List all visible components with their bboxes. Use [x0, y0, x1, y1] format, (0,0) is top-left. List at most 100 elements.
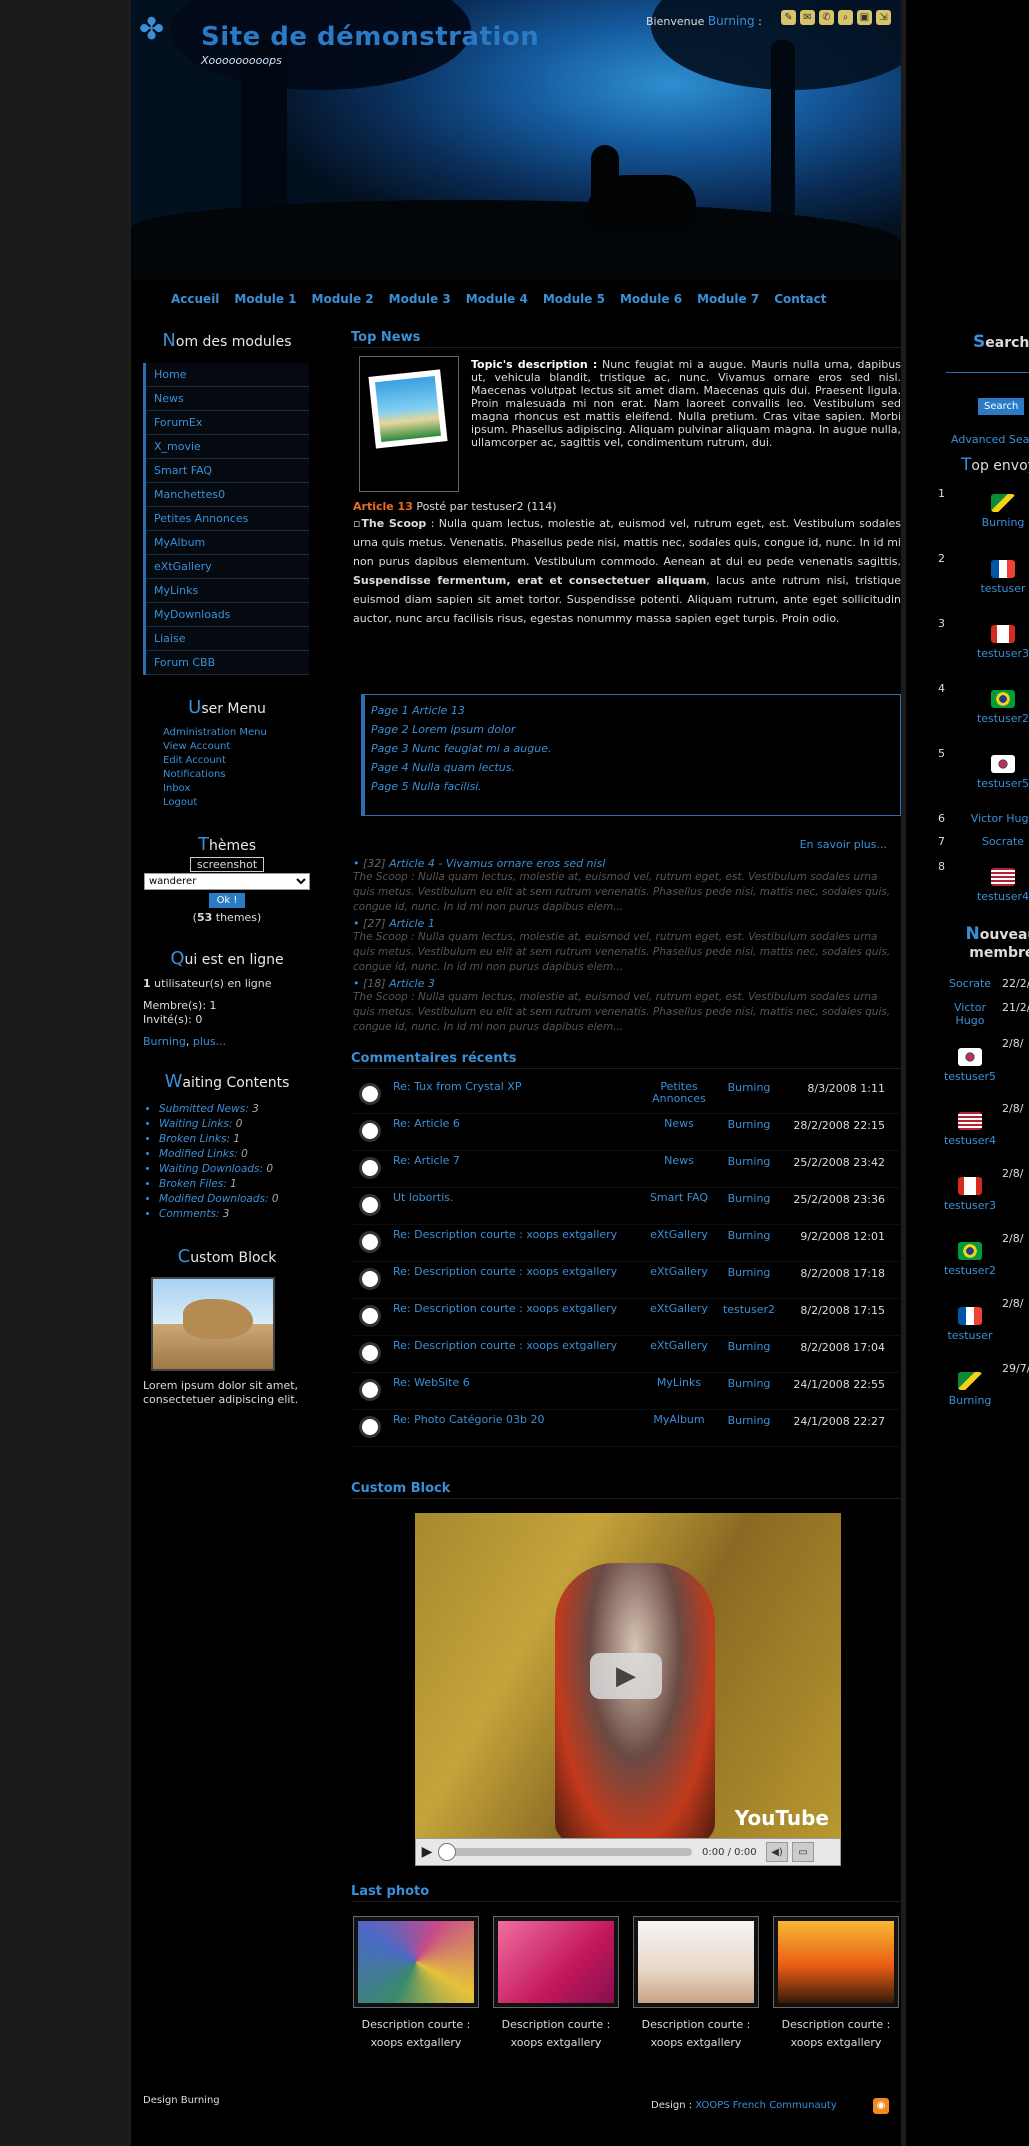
waiting-label[interactable]: Modified Downloads:: [159, 1193, 269, 1205]
comment-user-link[interactable]: testuser2: [709, 1299, 789, 1316]
top-poster-name[interactable]: Socrate: [982, 835, 1024, 848]
video-player[interactable]: ▶ YouTube ▶ 0:00 / 0:00 ◀) ▭: [415, 1513, 841, 1868]
play-overlay-icon[interactable]: ▶: [590, 1653, 662, 1699]
new-member[interactable]: testuser: [940, 1307, 1000, 1342]
top-poster[interactable]: Victor Hugo: [966, 812, 1029, 825]
comment-user-link[interactable]: Burning: [709, 1373, 789, 1390]
online-user-link[interactable]: Burning: [143, 1035, 186, 1048]
article-page-link[interactable]: Page 4 Nulla quam lectus.: [371, 758, 894, 777]
module-item-forumex[interactable]: ForumEx: [146, 411, 309, 435]
top-poster[interactable]: Socrate: [966, 835, 1029, 848]
nav-accueil[interactable]: Accueil: [171, 292, 219, 306]
top-poster[interactable]: testuser2: [966, 690, 1029, 725]
waiting-item[interactable]: Comments: 3: [159, 1207, 311, 1222]
top-poster-name[interactable]: Victor Hugo: [971, 812, 1029, 825]
top-poster-name[interactable]: testuser4: [977, 890, 1029, 903]
new-member[interactable]: Victor Hugo: [940, 1001, 1000, 1027]
video-frame[interactable]: ▶ YouTube: [415, 1513, 841, 1838]
search-button[interactable]: Search: [978, 398, 1025, 415]
comment-title-link[interactable]: Re: Article 7: [393, 1151, 649, 1167]
comment-module-link[interactable]: eXtGallery: [649, 1262, 709, 1278]
news-title-link[interactable]: Article 3: [389, 977, 435, 990]
waiting-label[interactable]: Comments:: [159, 1208, 219, 1220]
messages-icon[interactable]: ✆: [819, 10, 834, 25]
nav-module-6[interactable]: Module 6: [620, 292, 682, 306]
waiting-label[interactable]: Submitted News:: [159, 1103, 249, 1115]
module-item-mydownloads[interactable]: MyDownloads: [146, 603, 309, 627]
photo-thumbnail[interactable]: [633, 1916, 759, 2008]
article-title[interactable]: Article 13: [353, 500, 413, 513]
module-item-manchettes[interactable]: Manchettes0: [146, 483, 309, 507]
user-menu-logout[interactable]: Logout: [163, 796, 311, 810]
waiting-item[interactable]: Waiting Links: 0: [159, 1117, 311, 1132]
logout-icon[interactable]: ⇲: [876, 10, 891, 25]
article-page-link[interactable]: Page 2 Lorem ipsum dolor: [371, 720, 894, 739]
en-savoir-plus-link[interactable]: En savoir plus...: [351, 838, 901, 851]
user-menu-notifications[interactable]: Notifications: [163, 768, 311, 782]
top-poster[interactable]: testuser4: [966, 868, 1029, 903]
new-member-name[interactable]: Burning: [949, 1394, 992, 1407]
photo-thumbnail[interactable]: [493, 1916, 619, 2008]
waiting-label[interactable]: Waiting Downloads:: [159, 1163, 263, 1175]
article-page-link[interactable]: Page 1 Article 13: [371, 701, 894, 720]
comment-module-link[interactable]: Petites Annonces: [649, 1077, 709, 1105]
comment-module-link[interactable]: MyLinks: [649, 1373, 709, 1389]
footer-design-link[interactable]: XOOPS French Communauty: [695, 2100, 837, 2111]
online-more-link[interactable]: plus...: [193, 1035, 226, 1048]
new-member[interactable]: Socrate: [940, 977, 1000, 990]
topic-stamp-image[interactable]: [359, 356, 459, 492]
comment-module-link[interactable]: News: [649, 1151, 709, 1167]
new-member-name[interactable]: testuser3: [944, 1199, 996, 1212]
theme-select[interactable]: wanderer: [144, 873, 310, 890]
site-title[interactable]: Site de démonstration: [201, 22, 539, 52]
new-member[interactable]: testuser4: [940, 1112, 1000, 1147]
comment-module-link[interactable]: eXtGallery: [649, 1299, 709, 1315]
comment-module-link[interactable]: Smart FAQ: [649, 1188, 709, 1204]
user-menu-edit-account[interactable]: Edit Account: [163, 754, 311, 768]
waiting-label[interactable]: Modified Links:: [159, 1148, 238, 1160]
seek-knob[interactable]: [438, 1843, 456, 1861]
comment-title-link[interactable]: Re: Photo Catégorie 03b 20: [393, 1410, 649, 1426]
comment-user-link[interactable]: Burning: [709, 1077, 789, 1094]
news-title-link[interactable]: Article 1: [389, 917, 435, 930]
new-member-name[interactable]: testuser: [947, 1329, 992, 1342]
comment-title-link[interactable]: Ut lobortis.: [393, 1188, 649, 1204]
youtube-logo[interactable]: YouTube: [735, 1806, 829, 1830]
top-poster-name[interactable]: testuser5: [977, 777, 1029, 790]
new-member[interactable]: Burning: [940, 1372, 1000, 1407]
waiting-item[interactable]: Broken Links: 1: [159, 1132, 311, 1147]
comment-module-link[interactable]: eXtGallery: [649, 1336, 709, 1352]
module-item-news[interactable]: News: [146, 387, 309, 411]
new-member-name[interactable]: testuser2: [944, 1264, 996, 1277]
module-item-home[interactable]: Home: [146, 363, 309, 387]
new-member-name[interactable]: testuser4: [944, 1134, 996, 1147]
theme-ok-button[interactable]: Ok !: [208, 893, 246, 908]
waiting-item[interactable]: Modified Downloads: 0: [159, 1192, 311, 1207]
nav-contact[interactable]: Contact: [774, 292, 826, 306]
module-item-x-movie[interactable]: X_movie: [146, 435, 309, 459]
waiting-label[interactable]: Waiting Links:: [159, 1118, 232, 1130]
butterfly-logo-icon[interactable]: ✤: [139, 12, 164, 47]
fullscreen-icon[interactable]: ▭: [792, 1842, 814, 1862]
comment-user-link[interactable]: Burning: [709, 1114, 789, 1131]
comment-user-link[interactable]: Burning: [709, 1410, 789, 1427]
waiting-item[interactable]: Submitted News: 3: [159, 1102, 311, 1117]
news-title-link[interactable]: Article 4 - Vivamus ornare eros sed nisl: [389, 857, 605, 870]
photo-thumbnail[interactable]: [353, 1916, 479, 2008]
waiting-label[interactable]: Broken Files:: [159, 1178, 227, 1190]
nav-module-3[interactable]: Module 3: [389, 292, 451, 306]
user-menu-view-account[interactable]: View Account: [163, 740, 311, 754]
new-member-name[interactable]: testuser5: [944, 1070, 996, 1083]
comment-title-link[interactable]: Re: Description courte : xoops extgaller…: [393, 1262, 649, 1278]
top-poster[interactable]: testuser5: [966, 755, 1029, 790]
comment-title-link[interactable]: Re: Description courte : xoops extgaller…: [393, 1225, 649, 1241]
comment-user-link[interactable]: Burning: [709, 1225, 789, 1242]
comment-module-link[interactable]: MyAlbum: [649, 1410, 709, 1426]
top-poster[interactable]: testuser: [966, 560, 1029, 595]
search-icon[interactable]: ⌕: [838, 10, 853, 25]
module-item-petites-annonces[interactable]: Petites Annonces: [146, 507, 309, 531]
comment-title-link[interactable]: Re: Description courte : xoops extgaller…: [393, 1336, 649, 1352]
comment-title-link[interactable]: Re: WebSite 6: [393, 1373, 649, 1389]
nav-module-2[interactable]: Module 2: [312, 292, 374, 306]
comment-module-link[interactable]: News: [649, 1114, 709, 1130]
